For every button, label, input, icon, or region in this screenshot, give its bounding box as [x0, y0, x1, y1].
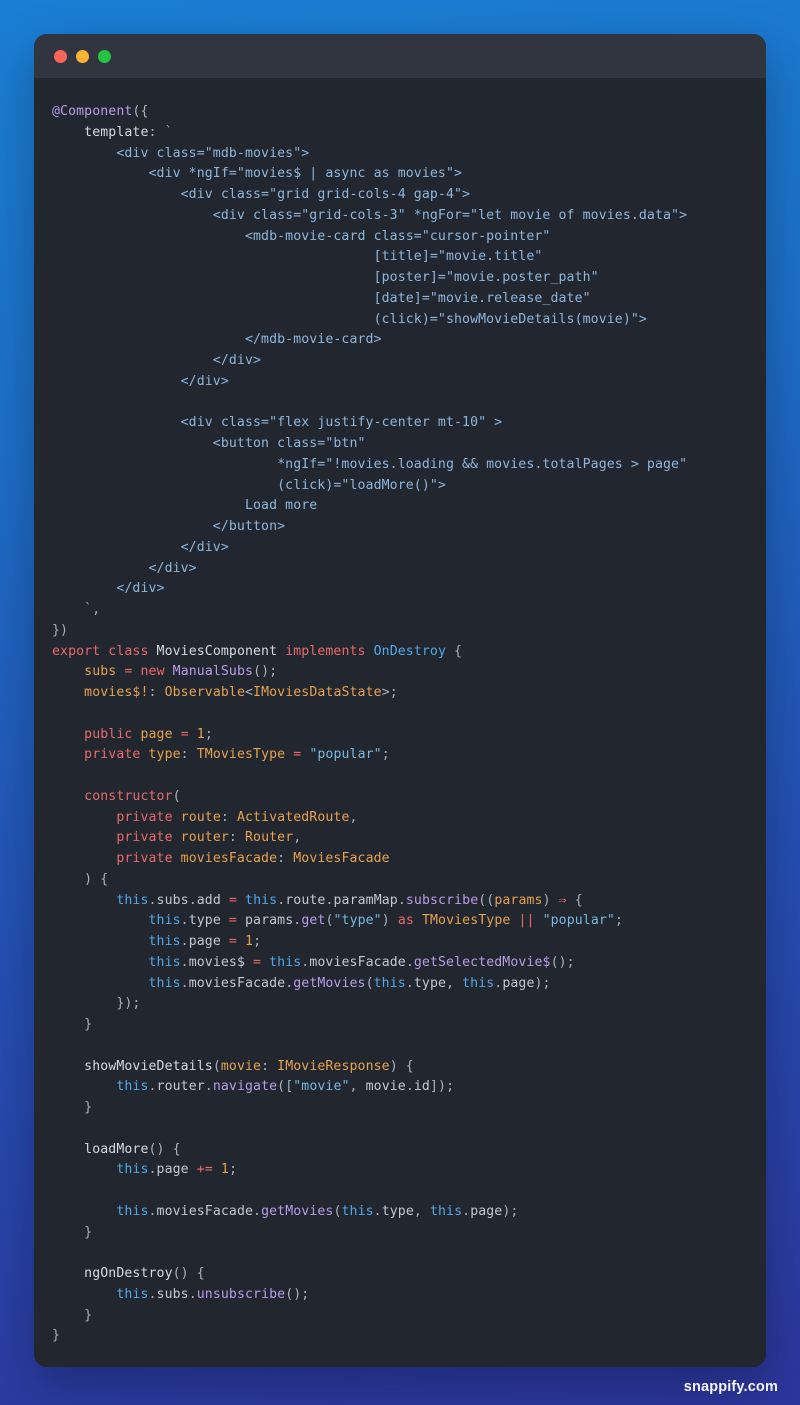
window-titlebar — [34, 34, 766, 78]
close-window-button[interactable] — [54, 49, 67, 63]
minimize-window-button[interactable] — [76, 49, 89, 63]
source-code[interactable]: @Component({ template: ` <div class="mdb… — [52, 102, 748, 1347]
code-window: @Component({ template: ` <div class="mdb… — [34, 34, 766, 1367]
snappify-watermark: snappify.com — [683, 1379, 778, 1395]
code-editor-area[interactable]: @Component({ template: ` <div class="mdb… — [34, 78, 766, 1367]
maximize-window-button[interactable] — [98, 49, 111, 63]
